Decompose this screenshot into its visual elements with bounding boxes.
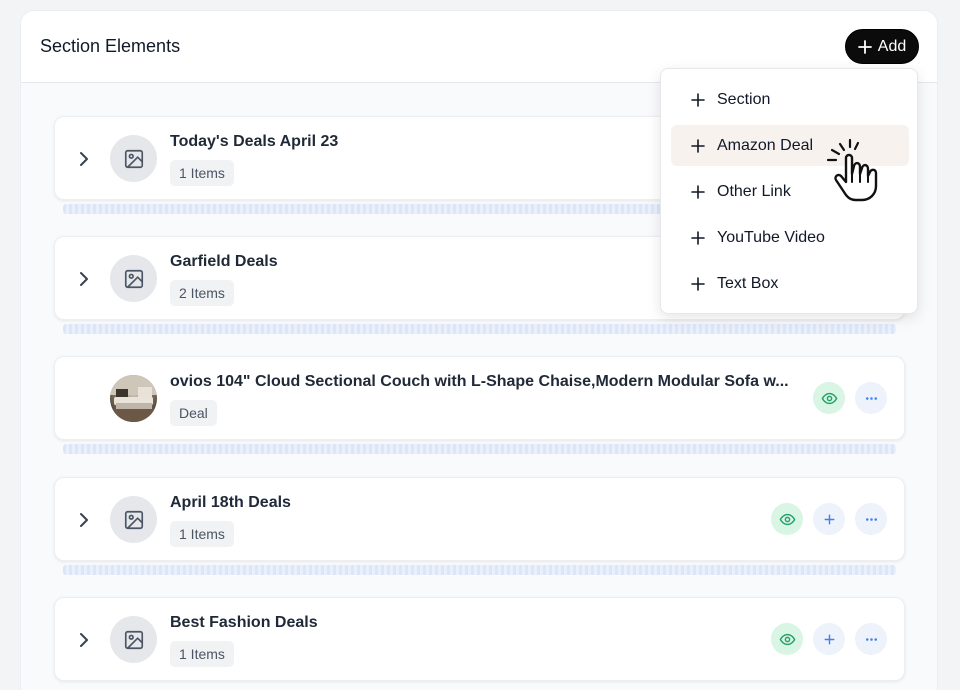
card-title: Garfield Deals: [170, 253, 278, 270]
eye-icon: [779, 633, 795, 645]
deal-card: ovios 104" Cloud Sectional Couch with L-…: [54, 356, 905, 440]
couch-image-icon: [110, 375, 157, 422]
card-title: Best Fashion Deals: [170, 614, 318, 631]
card-title: April 18th Deals: [170, 494, 291, 511]
drop-zone-divider[interactable]: [63, 324, 896, 334]
visibility-toggle-button[interactable]: [771, 623, 803, 655]
menu-item-label: Amazon Deal: [717, 136, 814, 154]
image-placeholder: [110, 255, 157, 302]
plus-icon: [857, 39, 872, 54]
eye-icon: [779, 513, 795, 525]
chevron-right-icon[interactable]: [77, 149, 91, 169]
plus-icon: [824, 634, 834, 644]
plus-icon: [691, 184, 705, 199]
drop-zone-divider[interactable]: [63, 444, 896, 454]
card-title: Today's Deals April 23: [170, 133, 339, 150]
section-card: Best Fashion Deals 1 Items: [54, 597, 905, 681]
add-dropdown-menu: Section Amazon Deal Other Link YouTube V…: [660, 68, 918, 314]
menu-item-youtube-video[interactable]: YouTube Video: [671, 217, 909, 258]
chevron-right-icon[interactable]: [77, 630, 91, 650]
panel-title: Section Elements: [40, 36, 181, 56]
image-placeholder: [110, 135, 157, 182]
menu-item-other-link[interactable]: Other Link: [671, 171, 909, 212]
card-title: ovios 104" Cloud Sectional Couch with L-…: [170, 373, 789, 390]
product-photo: [110, 375, 157, 422]
item-count-badge: 1 Items: [170, 160, 234, 186]
add-item-button[interactable]: [813, 623, 845, 655]
image-placeholder: [110, 616, 157, 663]
image-icon: [124, 149, 143, 168]
visibility-toggle-button[interactable]: [771, 503, 803, 535]
drop-zone-divider[interactable]: [63, 565, 896, 575]
deal-badge: Deal: [170, 400, 217, 426]
menu-item-label: Other Link: [717, 182, 791, 200]
menu-item-section[interactable]: Section: [671, 79, 909, 120]
plus-icon: [824, 514, 834, 524]
ellipsis-icon: [865, 517, 877, 521]
image-icon: [124, 269, 143, 288]
plus-icon: [691, 92, 705, 107]
menu-item-label: YouTube Video: [717, 228, 825, 246]
item-count-badge: 2 Items: [170, 280, 234, 306]
image-icon: [124, 630, 143, 649]
menu-item-label: Text Box: [717, 274, 779, 292]
menu-item-text-box[interactable]: Text Box: [671, 263, 909, 304]
add-button-label: Add: [877, 37, 907, 55]
menu-item-label: Section: [717, 90, 771, 108]
item-count-badge: 1 Items: [170, 521, 234, 547]
ellipsis-icon: [865, 396, 877, 400]
more-options-button[interactable]: [855, 503, 887, 535]
eye-icon: [821, 392, 837, 404]
item-count-badge: 1 Items: [170, 641, 234, 667]
image-icon: [124, 510, 143, 529]
chevron-right-icon[interactable]: [77, 269, 91, 289]
plus-icon: [691, 276, 705, 291]
more-options-button[interactable]: [855, 623, 887, 655]
section-card: April 18th Deals 1 Items: [54, 477, 905, 561]
ellipsis-icon: [865, 637, 877, 641]
add-item-button[interactable]: [813, 503, 845, 535]
chevron-right-icon[interactable]: [77, 510, 91, 530]
add-button[interactable]: Add: [845, 29, 919, 64]
image-placeholder: [110, 496, 157, 543]
menu-item-amazon-deal[interactable]: Amazon Deal: [671, 125, 909, 166]
more-options-button[interactable]: [855, 382, 887, 414]
plus-icon: [691, 138, 705, 153]
plus-icon: [691, 230, 705, 245]
visibility-toggle-button[interactable]: [813, 382, 845, 414]
